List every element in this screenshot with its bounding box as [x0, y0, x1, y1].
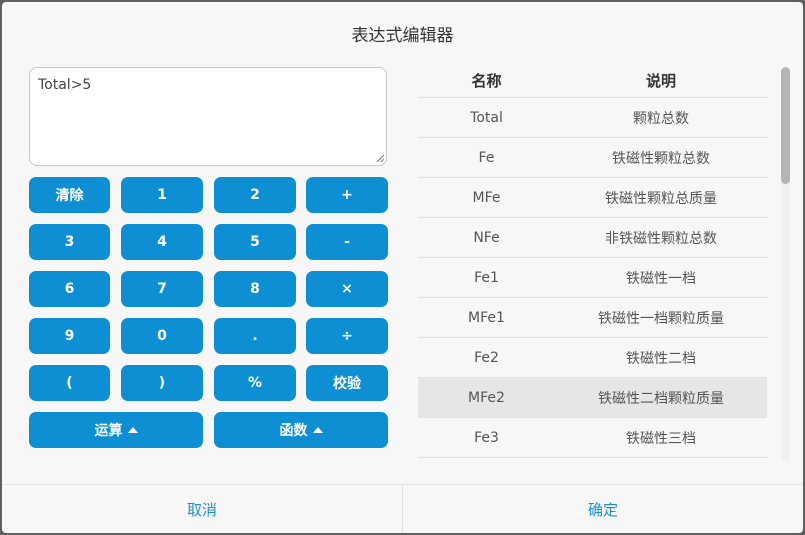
functions-label: 函数: [279, 423, 308, 439]
table-scrollbar[interactable]: [781, 67, 790, 461]
variable-name: Fe2: [474, 349, 499, 366]
digit-2-button[interactable]: 2: [214, 177, 296, 213]
digit-9-button[interactable]: 9: [29, 318, 110, 354]
digit-5-button[interactable]: 5: [214, 224, 296, 260]
table-row-hovered[interactable]: MFe2 铁磁性二档颗粒质量: [418, 378, 767, 418]
variable-description: 铁磁性三档: [626, 430, 696, 447]
dialog-title: 表达式编辑器: [351, 26, 454, 46]
caret-up-icon: [127, 427, 138, 433]
plus-button[interactable]: +: [306, 177, 388, 213]
variable-table: 名称 说明 Total 颗粒总数 Fe 铁磁性颗粒总数 MFe 铁磁性颗粒总质量…: [418, 63, 767, 463]
variable-name: MFe1: [468, 309, 505, 326]
confirm-button[interactable]: 确定: [402, 485, 803, 533]
variable-description: 铁磁性二档: [626, 350, 696, 367]
variable-description: 颗粒总数: [633, 110, 689, 127]
table-row[interactable]: MFe 铁磁性颗粒总质量: [418, 178, 767, 218]
table-row[interactable]: Fe1 铁磁性一档: [418, 258, 767, 298]
digit-1-button[interactable]: 1: [121, 177, 203, 213]
variable-name: MFe: [472, 189, 501, 206]
variable-description: 铁磁性颗粒总数: [612, 150, 710, 167]
dialog-footer: 取消 确定: [2, 484, 803, 533]
variable-description: 铁磁性二档颗粒质量: [598, 390, 724, 407]
variable-description: 非铁磁性颗粒总数: [605, 230, 717, 247]
scrollbar-thumb[interactable]: [781, 67, 790, 184]
functions-dropdown-button[interactable]: 函数: [214, 412, 388, 448]
column-header-description: 说明: [645, 71, 676, 90]
digit-3-button[interactable]: 3: [29, 224, 110, 260]
variable-name: Fe1: [474, 269, 499, 286]
percent-button[interactable]: %: [214, 365, 296, 401]
cancel-button[interactable]: 取消: [2, 485, 402, 533]
clear-button[interactable]: 清除: [29, 177, 110, 213]
digit-0-button[interactable]: 0: [121, 318, 203, 354]
resize-grip-icon[interactable]: [376, 154, 385, 163]
variable-name: Total: [470, 109, 503, 126]
digit-4-button[interactable]: 4: [121, 224, 203, 260]
digit-6-button[interactable]: 6: [29, 271, 110, 307]
table-row[interactable]: Fe3 铁磁性三档: [418, 418, 767, 458]
caret-up-icon: [312, 427, 323, 433]
table-row[interactable]: Fe2 铁磁性二档: [418, 338, 767, 378]
decimal-point-button[interactable]: .: [214, 318, 296, 354]
left-paren-button[interactable]: (: [29, 365, 110, 401]
table-row[interactable]: Total 颗粒总数: [418, 98, 767, 138]
variable-description: 铁磁性颗粒总质量: [605, 190, 717, 207]
operations-dropdown-button[interactable]: 运算: [29, 412, 203, 448]
validate-button[interactable]: 校验: [306, 365, 388, 401]
column-header-name: 名称: [471, 71, 502, 90]
multiply-button[interactable]: ×: [306, 271, 388, 307]
divide-button[interactable]: ÷: [306, 318, 388, 354]
variable-description: 铁磁性一档: [626, 270, 696, 287]
table-header: 名称 说明: [418, 63, 767, 98]
variable-name: Fe: [478, 149, 495, 166]
expression-input[interactable]: [29, 67, 387, 166]
variable-description: 铁磁性一档颗粒质量: [598, 310, 724, 327]
digit-7-button[interactable]: 7: [121, 271, 203, 307]
variable-name: NFe: [473, 229, 500, 246]
variable-name: MFe2: [468, 389, 505, 406]
table-row[interactable]: MFe1 铁磁性一档颗粒质量: [418, 298, 767, 338]
operations-label: 运算: [94, 423, 123, 439]
right-paren-button[interactable]: ): [121, 365, 203, 401]
table-row[interactable]: NFe 非铁磁性颗粒总数: [418, 218, 767, 258]
minus-button[interactable]: -: [306, 224, 388, 260]
variable-name: Fe3: [474, 429, 499, 446]
table-row[interactable]: Fe 铁磁性颗粒总数: [418, 138, 767, 178]
digit-8-button[interactable]: 8: [214, 271, 296, 307]
expression-editor-dialog: 表达式编辑器 清除 1 2 + 3 4 5 - 6 7 8 × 9 0 . ÷ …: [2, 2, 803, 533]
